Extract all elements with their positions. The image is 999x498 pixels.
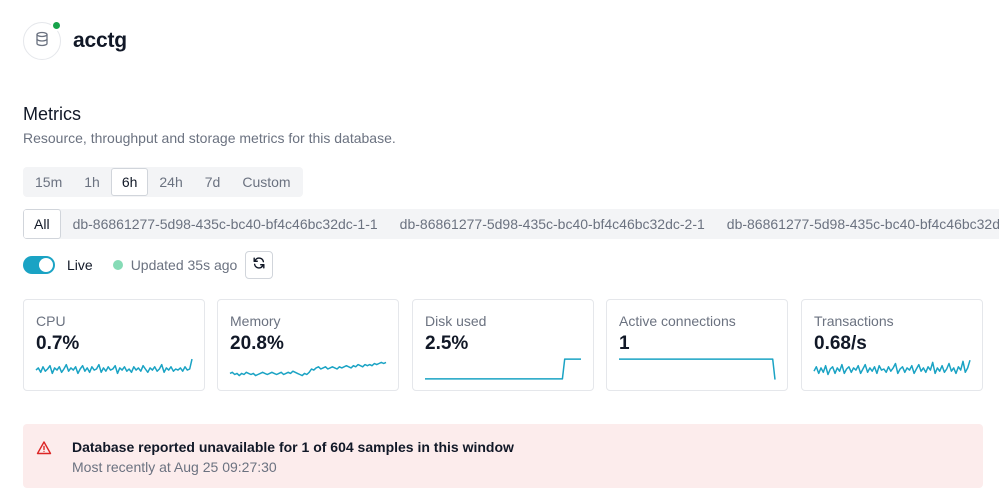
time-range-selector: 15m 1h 6h 24h 7d Custom <box>23 167 303 197</box>
active-connections-sparkline <box>619 358 776 380</box>
database-icon <box>34 31 50 52</box>
disk-used-sparkline <box>425 358 581 380</box>
status-indicator <box>51 20 62 31</box>
range-1h-button[interactable]: 1h <box>73 168 111 196</box>
refresh-button[interactable] <box>245 251 274 279</box>
metric-card-disk-used[interactable]: Disk used 2.5% <box>412 299 594 391</box>
instance-1-button[interactable]: db-86861277-5d98-435c-bc40-bf4c46bc32dc-… <box>62 209 389 239</box>
section-title: Metrics <box>23 104 81 124</box>
metric-card-cpu[interactable]: CPU 0.7% <box>23 299 205 391</box>
instance-3-button[interactable]: db-86861277-5d98-435c-bc40-bf4c46bc32dc-… <box>716 209 999 239</box>
range-15m-button[interactable]: 15m <box>24 168 73 196</box>
alert-subtitle: Most recently at Aug 25 09:27:30 <box>72 459 277 475</box>
database-avatar <box>23 20 62 60</box>
updated-text: Updated 35s ago <box>130 257 238 273</box>
metric-value: 0.68/s <box>814 333 867 354</box>
instance-all-button[interactable]: All <box>23 209 61 239</box>
metric-label: Active connections <box>619 313 736 329</box>
instance-2-button[interactable]: db-86861277-5d98-435c-bc40-bf4c46bc32dc-… <box>389 209 716 239</box>
metric-card-active-connections[interactable]: Active connections 1 <box>606 299 788 391</box>
metric-value: 20.8% <box>230 333 284 354</box>
instance-selector: All db-86861277-5d98-435c-bc40-bf4c46bc3… <box>23 209 999 239</box>
range-custom-button[interactable]: Custom <box>231 168 301 196</box>
section-description: Resource, throughput and storage metrics… <box>23 130 396 146</box>
metric-value: 2.5% <box>425 333 469 354</box>
live-controls: Live Updated 35s ago <box>23 251 274 279</box>
sparkline-path <box>229 361 387 377</box>
memory-sparkline <box>229 361 387 377</box>
sparkline-path <box>425 358 581 380</box>
metric-label: Disk used <box>425 313 487 329</box>
metric-label: Transactions <box>814 313 894 329</box>
metric-value: 1 <box>619 333 630 354</box>
refresh-icon <box>252 256 266 275</box>
sparkline-path <box>813 359 971 376</box>
sparkline-path <box>619 358 776 380</box>
alert-title: Database reported unavailable for 1 of 6… <box>72 439 514 455</box>
sparkline-path <box>35 358 193 375</box>
database-name: acctg <box>73 29 127 52</box>
metric-value: 0.7% <box>36 333 80 354</box>
live-label: Live <box>67 257 93 273</box>
toggle-knob <box>39 258 53 272</box>
metric-label: Memory <box>230 313 281 329</box>
metric-card-transactions[interactable]: Transactions 0.68/s <box>801 299 983 391</box>
metric-label: CPU <box>36 313 66 329</box>
transactions-sparkline <box>813 359 971 376</box>
unavailability-alert: Database reported unavailable for 1 of 6… <box>23 424 983 488</box>
live-toggle[interactable] <box>23 256 55 274</box>
updated-status-dot <box>112 260 123 270</box>
database-header: acctg <box>23 20 127 60</box>
range-24h-button[interactable]: 24h <box>148 168 193 196</box>
range-7d-button[interactable]: 7d <box>194 168 232 196</box>
warning-icon <box>36 440 52 461</box>
range-6h-button[interactable]: 6h <box>110 168 149 196</box>
metric-card-memory[interactable]: Memory 20.8% <box>217 299 399 391</box>
cpu-sparkline <box>35 358 193 375</box>
